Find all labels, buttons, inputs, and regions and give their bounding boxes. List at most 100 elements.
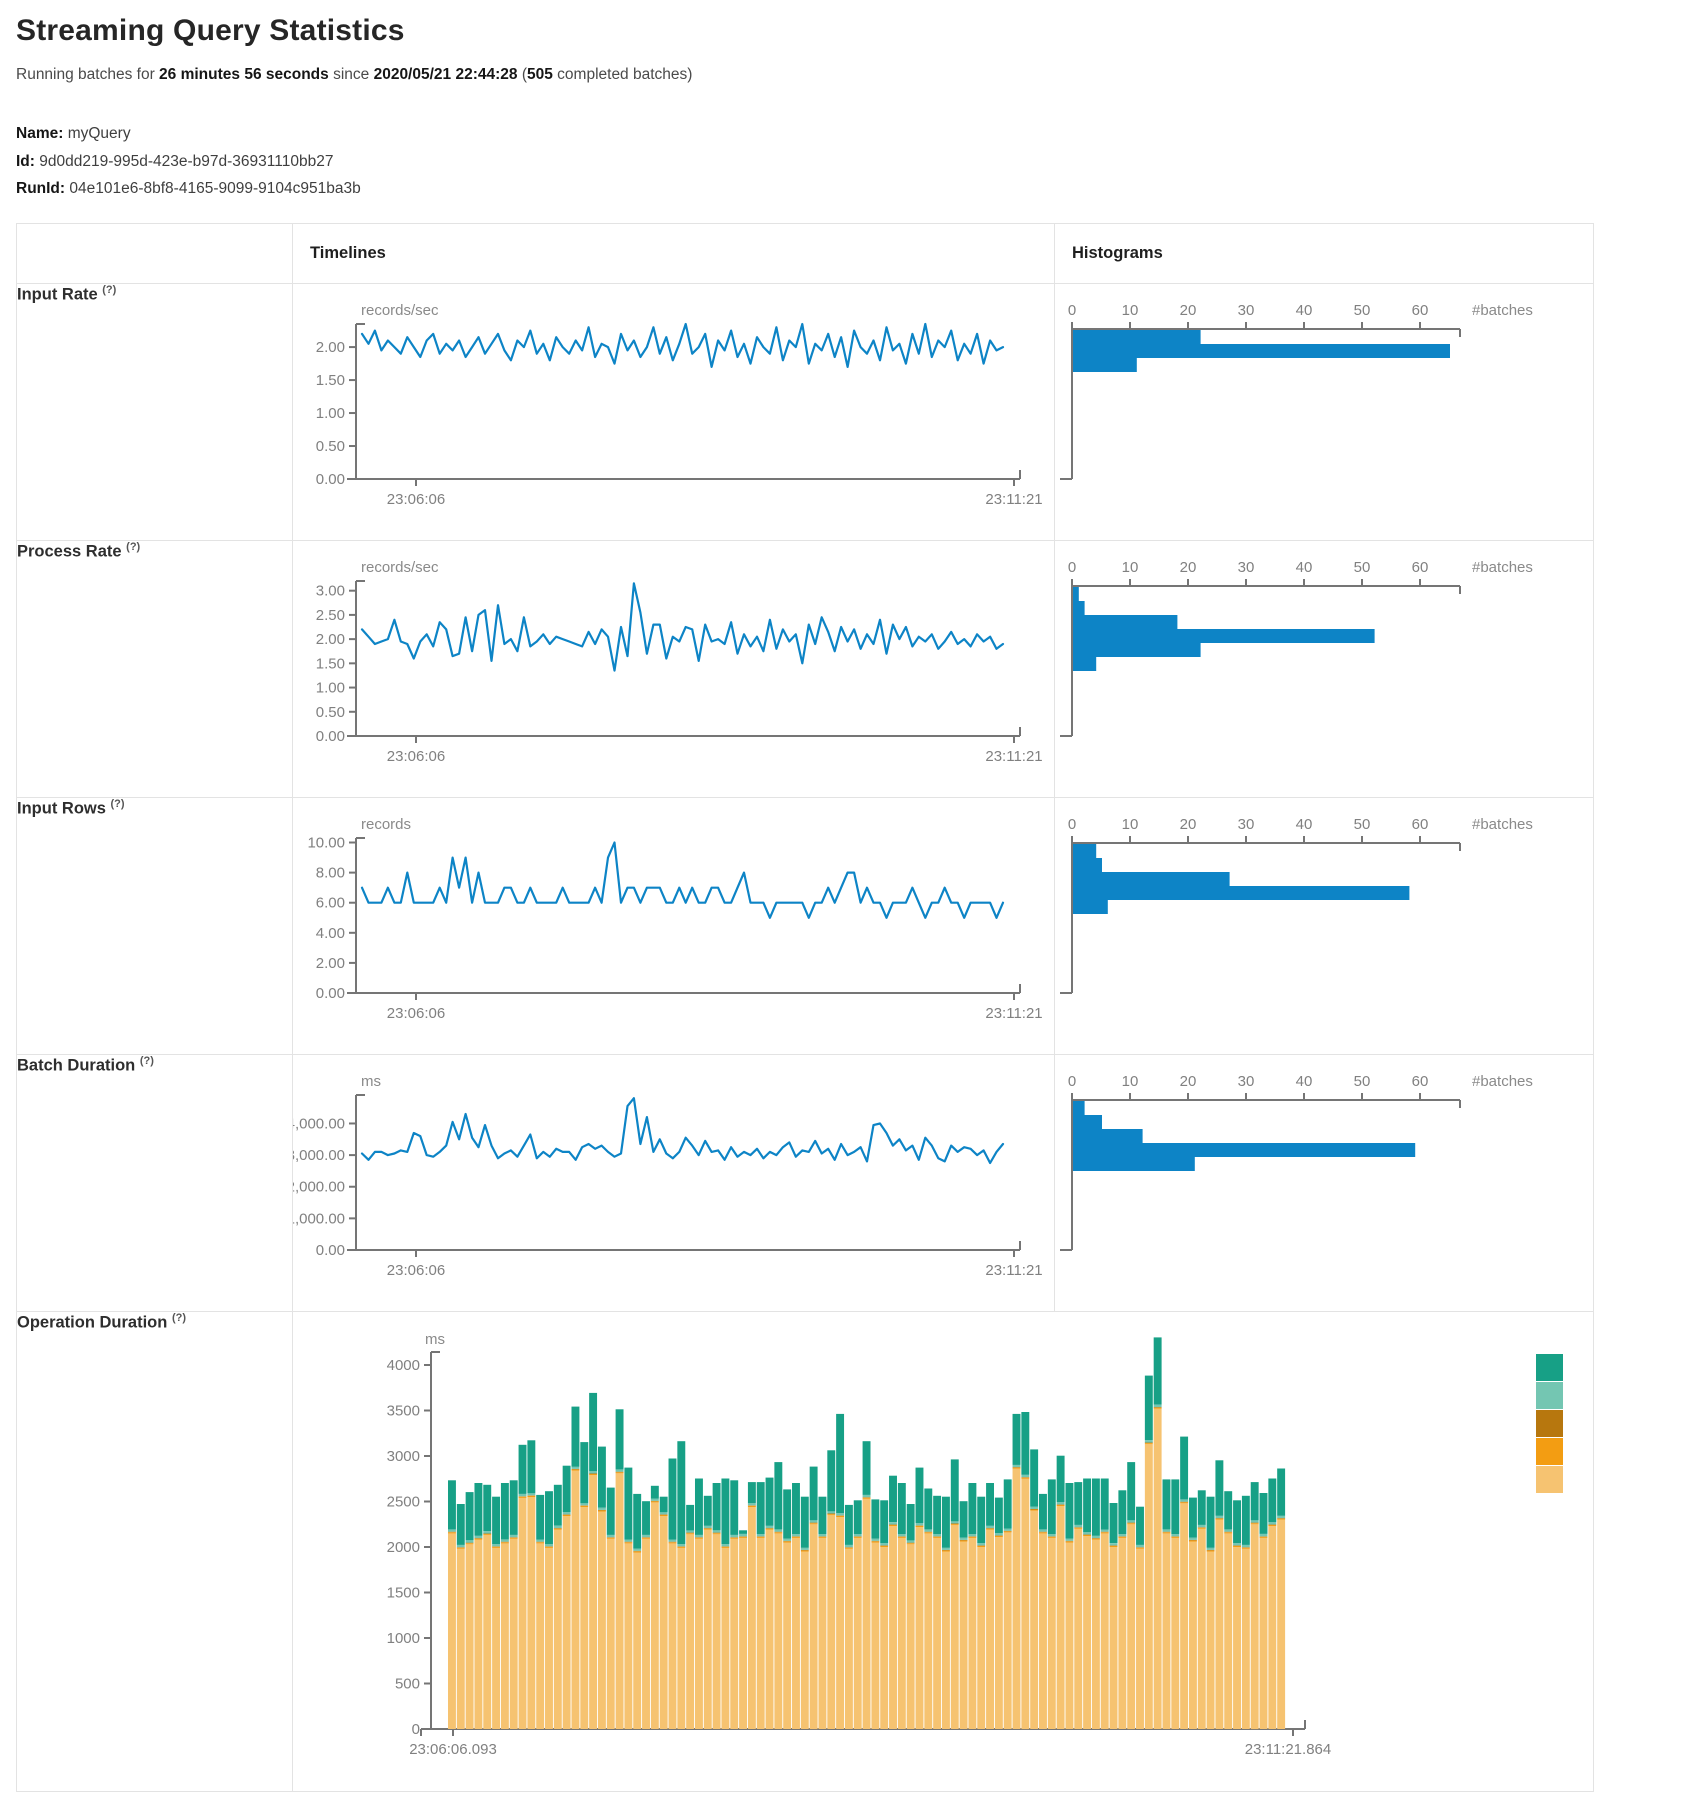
header-histograms: Histograms — [1055, 223, 1594, 283]
operation-duration-legend — [1536, 1354, 1563, 1493]
svg-text:ms: ms — [425, 1331, 445, 1348]
svg-text:0: 0 — [1068, 302, 1076, 319]
svg-text:10: 10 — [1122, 816, 1139, 833]
help-icon[interactable]: (?) — [172, 1312, 186, 1324]
svg-text:10: 10 — [1122, 559, 1139, 576]
svg-text:3500: 3500 — [387, 1402, 420, 1419]
svg-text:1.50: 1.50 — [316, 655, 345, 672]
svg-text:3000: 3000 — [387, 1448, 420, 1465]
query-runid-line: RunId: 04e101e6-8bf8-4165-9099-9104c951b… — [16, 175, 1677, 203]
svg-text:23:06:06: 23:06:06 — [387, 491, 445, 508]
svg-text:0.50: 0.50 — [316, 438, 345, 455]
svg-text:#batches: #batches — [1472, 302, 1533, 319]
svg-text:1000: 1000 — [387, 1630, 420, 1647]
legend-swatch — [1536, 1382, 1563, 1409]
svg-text:2.00: 2.00 — [316, 955, 345, 972]
legend-swatch — [1536, 1466, 1563, 1493]
svg-text:30: 30 — [1238, 559, 1255, 576]
table-header-row: Timelines Histograms — [17, 223, 1594, 283]
svg-text:23:11:21: 23:11:21 — [985, 1005, 1042, 1022]
svg-text:2000: 2000 — [387, 1539, 420, 1556]
row-label-batch-duration: Batch Duration (?) — [17, 1054, 293, 1311]
svg-text:40: 40 — [1296, 302, 1313, 319]
svg-text:2.00: 2.00 — [316, 339, 345, 356]
streaming-query-statistics-page: Streaming Query Statistics Running batch… — [0, 14, 1693, 1792]
svg-text:30: 30 — [1238, 302, 1255, 319]
svg-text:4,000.00: 4,000.00 — [293, 1115, 345, 1132]
start-time: 2020/05/21 22:44:28 — [374, 66, 518, 83]
legend-swatch — [1536, 1438, 1563, 1465]
svg-text:2.00: 2.00 — [316, 631, 345, 648]
svg-text:500: 500 — [395, 1675, 420, 1692]
svg-text:#batches: #batches — [1472, 1073, 1533, 1090]
svg-text:50: 50 — [1354, 816, 1371, 833]
statistics-table: Timelines Histograms Input Rate (?) reco… — [16, 223, 1594, 1792]
table-row: Process Rate (?) records/sec3.002.502.00… — [17, 540, 1594, 797]
svg-text:1.50: 1.50 — [316, 372, 345, 389]
svg-text:0.00: 0.00 — [316, 471, 345, 488]
table-row: Input Rows (?) records10.008.006.004.002… — [17, 797, 1594, 1054]
svg-text:0: 0 — [412, 1721, 420, 1738]
svg-text:ms: ms — [361, 1073, 381, 1090]
svg-text:10: 10 — [1122, 302, 1139, 319]
query-name-value: myQuery — [68, 125, 131, 142]
operation-duration-chart: ms4000350030002500200015001000500023:06:… — [293, 1311, 1594, 1791]
svg-text:10.00: 10.00 — [307, 834, 345, 851]
svg-text:23:06:06.093: 23:06:06.093 — [409, 1741, 497, 1758]
svg-text:23:06:06: 23:06:06 — [387, 1262, 445, 1279]
input-rows-timeline-chart: records10.008.006.004.002.000.0023:06:06… — [293, 797, 1055, 1054]
table-row: Input Rate (?) records/sec 2.00 1.50 1.00 0.… — [17, 283, 1594, 540]
query-id-value: 9d0dd219-995d-423e-b97d-36931110bb27 — [39, 153, 333, 170]
page-title: Streaming Query Statistics — [16, 14, 1677, 48]
svg-text:records/sec: records/sec — [361, 302, 439, 319]
table-row: Batch Duration (?) ms 4,000.00 3,000.00 2,0… — [17, 1054, 1594, 1311]
svg-text:23:11:21: 23:11:21 — [985, 491, 1042, 508]
svg-text:1500: 1500 — [387, 1584, 420, 1601]
help-icon[interactable]: (?) — [126, 541, 140, 553]
svg-text:0.00: 0.00 — [316, 728, 345, 745]
svg-text:#batches: #batches — [1472, 816, 1533, 833]
query-name-line: Name: myQuery — [16, 120, 1677, 148]
svg-text:60: 60 — [1412, 559, 1429, 576]
help-icon[interactable]: (?) — [102, 284, 116, 296]
help-icon[interactable]: (?) — [111, 798, 125, 810]
batch-duration-histogram-chart: 0102030405060#batches — [1055, 1054, 1594, 1311]
svg-text:6.00: 6.00 — [316, 894, 345, 911]
process-rate-histogram-chart: 0102030405060#batches — [1055, 540, 1594, 797]
svg-text:3,000.00: 3,000.00 — [293, 1147, 345, 1164]
svg-text:2.50: 2.50 — [316, 607, 345, 624]
help-icon[interactable]: (?) — [140, 1055, 154, 1067]
input-rows-histogram-chart: 0102030405060#batches — [1055, 797, 1594, 1054]
svg-text:23:06:06: 23:06:06 — [387, 748, 445, 765]
svg-text:records: records — [361, 816, 411, 833]
svg-text:0.00: 0.00 — [316, 1242, 345, 1259]
svg-text:20: 20 — [1180, 302, 1197, 319]
svg-text:30: 30 — [1238, 1073, 1255, 1090]
row-label-process-rate: Process Rate (?) — [17, 540, 293, 797]
svg-text:1.00: 1.00 — [316, 405, 345, 422]
query-meta: Name: myQuery Id: 9d0dd219-995d-423e-b97… — [16, 120, 1677, 203]
svg-text:1.00: 1.00 — [316, 679, 345, 696]
svg-text:50: 50 — [1354, 559, 1371, 576]
header-blank-cell — [17, 223, 293, 283]
svg-text:20: 20 — [1180, 1073, 1197, 1090]
query-id-line: Id: 9d0dd219-995d-423e-b97d-36931110bb27 — [16, 148, 1677, 176]
svg-text:23:11:21: 23:11:21 — [985, 748, 1042, 765]
running-batches-summary: Running batches for 26 minutes 56 second… — [16, 66, 1677, 84]
svg-text:40: 40 — [1296, 559, 1313, 576]
svg-text:23:11:21: 23:11:21 — [985, 1262, 1042, 1279]
svg-text:0: 0 — [1068, 559, 1076, 576]
completed-batches-count: 505 — [527, 66, 553, 83]
svg-text:2,000.00: 2,000.00 — [293, 1178, 345, 1195]
svg-text:50: 50 — [1354, 1073, 1371, 1090]
row-label-input-rate: Input Rate (?) — [17, 283, 293, 540]
header-timelines: Timelines — [293, 223, 1055, 283]
svg-text:0.50: 0.50 — [316, 704, 345, 721]
svg-text:10: 10 — [1122, 1073, 1139, 1090]
legend-swatch — [1536, 1410, 1563, 1437]
svg-text:30: 30 — [1238, 816, 1255, 833]
svg-text:4.00: 4.00 — [316, 925, 345, 942]
svg-text:#batches: #batches — [1472, 559, 1533, 576]
svg-text:0.00: 0.00 — [316, 985, 345, 1002]
svg-text:20: 20 — [1180, 816, 1197, 833]
